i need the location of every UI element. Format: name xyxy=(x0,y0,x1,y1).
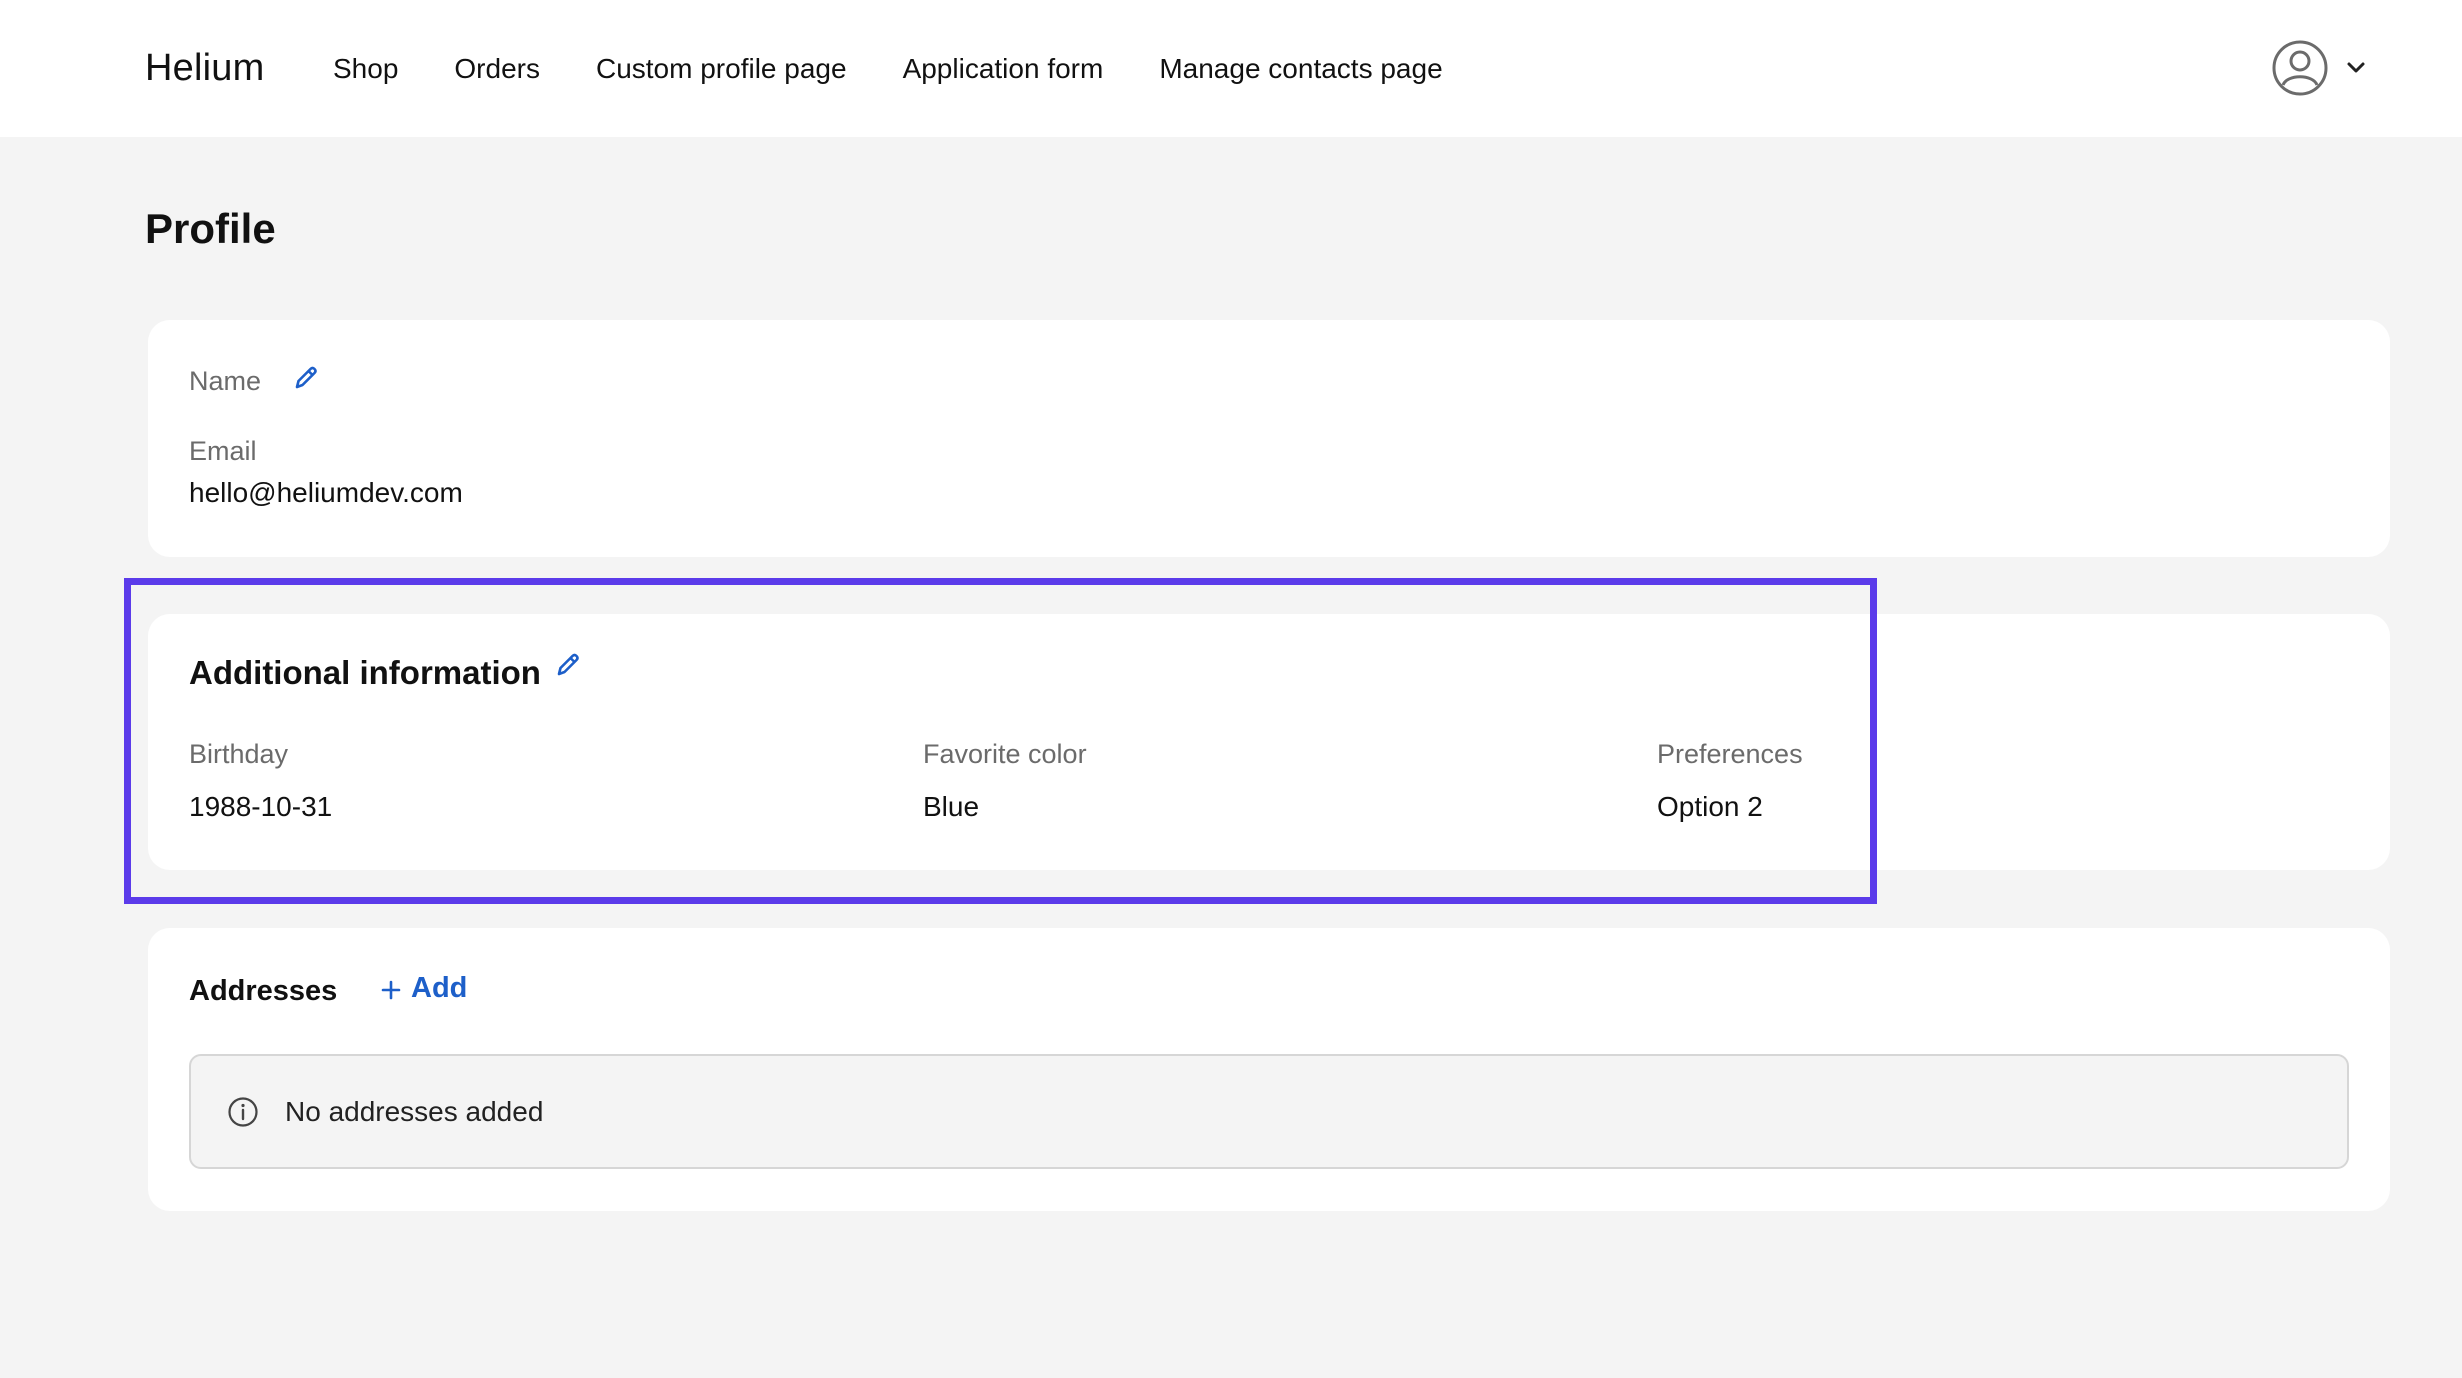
addresses-card: Addresses Add No addresses added xyxy=(148,928,2390,1211)
addresses-title: Addresses xyxy=(189,975,338,1007)
add-address-label: Add xyxy=(411,972,468,1004)
favorite-color-label: Favorite color xyxy=(923,739,1087,769)
nav-item-manage-contacts-page[interactable]: Manage contacts page xyxy=(1159,53,1442,85)
nav-item-orders[interactable]: Orders xyxy=(454,53,540,85)
empty-addresses-text: No addresses added xyxy=(285,1095,544,1127)
birthday-label: Birthday xyxy=(189,739,289,769)
additional-information-title: Additional information xyxy=(189,654,541,691)
user-circle-icon xyxy=(2270,38,2330,103)
pencil-icon xyxy=(555,652,581,683)
add-address-button[interactable]: Add xyxy=(381,972,467,1005)
nav-item-custom-profile-page[interactable]: Custom profile page xyxy=(596,53,847,85)
nav-item-shop[interactable]: Shop xyxy=(333,53,398,85)
birthday-value: 1988-10-31 xyxy=(189,791,333,822)
name-label: Name xyxy=(189,366,262,396)
additional-information-card: Additional information Birthday 1988-10-… xyxy=(148,614,2390,870)
email-label: Email xyxy=(189,436,257,466)
empty-addresses-notice: No addresses added xyxy=(189,1054,2349,1169)
brand-logo[interactable]: Helium xyxy=(145,47,264,90)
profile-card: Name Email hello@heliumdev.com xyxy=(148,320,2390,557)
email-value: hello@heliumdev.com xyxy=(189,477,463,508)
chevron-down-icon xyxy=(2346,61,2366,80)
main-nav: Shop Orders Custom profile page Applicat… xyxy=(333,0,1499,137)
preferences-label: Preferences xyxy=(1657,739,1803,769)
account-menu-button[interactable] xyxy=(2270,38,2366,103)
favorite-color-value: Blue xyxy=(923,791,980,822)
page-title: Profile xyxy=(145,205,276,252)
plus-icon xyxy=(381,973,401,1005)
pencil-icon xyxy=(293,365,319,396)
edit-additional-information-button[interactable] xyxy=(553,652,583,682)
nav-item-application-form[interactable]: Application form xyxy=(903,53,1104,85)
info-circle-icon xyxy=(227,1096,259,1128)
top-navigation-bar: Helium Shop Orders Custom profile page A… xyxy=(0,0,2462,137)
preferences-value: Option 2 xyxy=(1657,791,1763,822)
edit-name-button[interactable] xyxy=(291,365,321,395)
